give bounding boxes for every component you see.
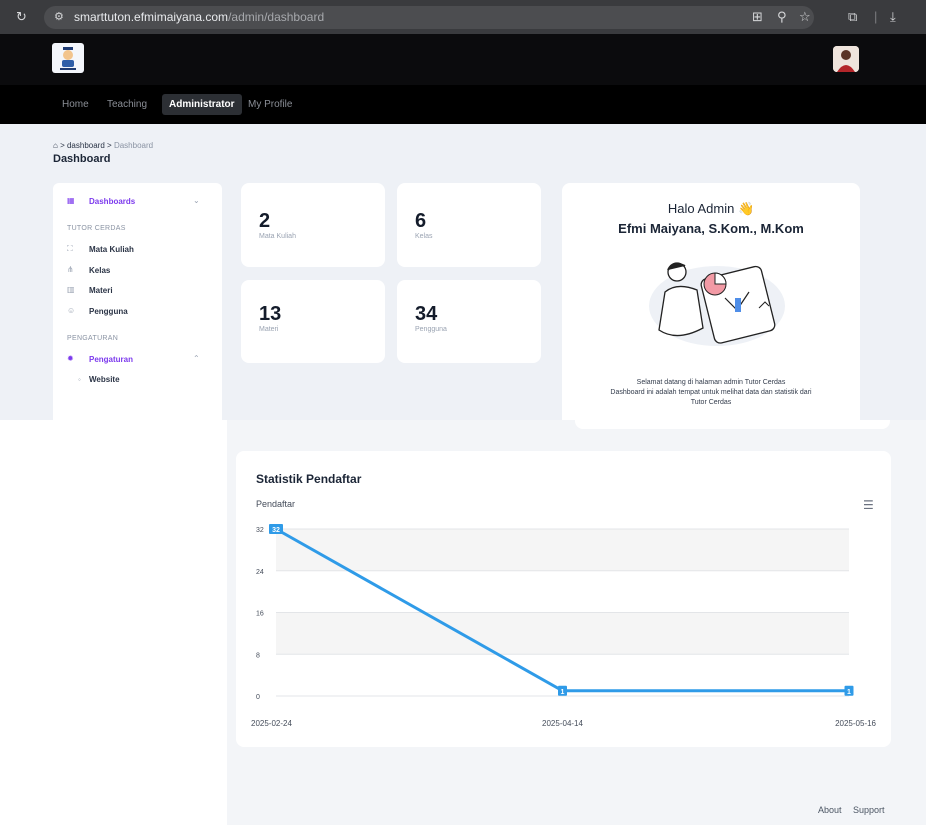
settings-icon: ✹ bbox=[67, 354, 74, 363]
chevron-down-icon[interactable]: ⌄ bbox=[193, 196, 200, 205]
class-icon: ⋔ bbox=[67, 265, 74, 274]
footer-about-link[interactable]: About bbox=[818, 805, 842, 815]
sidebar-item-pengaturan[interactable]: Pengaturan bbox=[89, 355, 133, 364]
sidebar-item-pengguna[interactable]: Pengguna bbox=[89, 307, 128, 316]
sidebar-item-kelas[interactable]: Kelas bbox=[89, 266, 110, 275]
translate-icon[interactable]: ⊞ bbox=[752, 9, 763, 25]
site-settings-icon[interactable]: ⚙ bbox=[54, 9, 64, 25]
wave-icon: 👋 bbox=[737, 201, 755, 216]
welcome-greeting: Halo Admin 👋 bbox=[667, 201, 755, 216]
sidebar-item-mata-kuliah[interactable]: Mata Kuliah bbox=[89, 245, 134, 254]
welcome-text-line1: Selamat datang di halaman admin Tutor Ce… bbox=[636, 379, 786, 386]
welcome-text-line2: Dashboard ini adalah tempat untuk meliha… bbox=[610, 389, 812, 396]
course-icon: ⛶ bbox=[67, 244, 73, 253]
breadcrumb-sep: > bbox=[60, 141, 65, 150]
breadcrumb-sep: > bbox=[107, 141, 112, 150]
stat-value: 34 bbox=[415, 303, 438, 325]
admin-name: Efmi Maiyana, S.Kom., M.Kom bbox=[618, 221, 804, 236]
page-title: Dashboard bbox=[53, 153, 111, 165]
sidebar-section-tutor-cerdas: TUTOR CERDAS bbox=[67, 225, 126, 232]
stat-label: Mata Kuliah bbox=[259, 233, 296, 240]
home-icon[interactable]: ⌂ bbox=[53, 141, 58, 150]
x-tick-label: 2025-02-24 bbox=[251, 719, 292, 728]
welcome-text-line3: Tutor Cerdas bbox=[690, 399, 732, 406]
page-root: ↻ ⚙ smarttuton.efmimaiyana.com/admin/das… bbox=[0, 0, 926, 825]
stat-card-kelas[interactable]: 6 Kelas bbox=[397, 183, 541, 267]
nav-administrator[interactable]: Administrator bbox=[162, 94, 242, 115]
download-icon[interactable]: ⤓ bbox=[890, 9, 896, 25]
sidebar: ▦ Dashboards ⌄ TUTOR CERDAS ⛶ Mata Kulia… bbox=[53, 183, 222, 420]
stat-label: Materi bbox=[259, 326, 279, 333]
stat-card-pengguna[interactable]: 34 Pengguna bbox=[397, 280, 541, 363]
sidebar-item-website[interactable]: Website bbox=[89, 375, 120, 384]
main-nav: Home Teaching Administrator My Profile bbox=[0, 85, 926, 124]
x-tick-label: 2025-04-14 bbox=[542, 719, 583, 728]
stat-card-materi[interactable]: 13 Materi bbox=[241, 280, 385, 363]
data-label: 32 bbox=[272, 527, 280, 534]
stat-label: Kelas bbox=[415, 233, 433, 240]
material-icon: ▥ bbox=[67, 285, 75, 294]
toolbar-divider: | bbox=[874, 9, 878, 24]
footer-support-link[interactable]: Support bbox=[853, 805, 885, 815]
sidebar-section-pengaturan: PENGATURAN bbox=[67, 335, 119, 342]
stat-value: 6 bbox=[415, 210, 427, 232]
zoom-icon[interactable]: ⚲ bbox=[777, 9, 787, 25]
chevron-up-icon[interactable]: ⌃ bbox=[193, 354, 200, 363]
grid-band bbox=[276, 612, 849, 655]
data-label: 1 bbox=[561, 689, 565, 696]
stat-value: 2 bbox=[259, 210, 271, 232]
y-tick-label: 32 bbox=[256, 527, 264, 534]
nav-home[interactable]: Home bbox=[55, 94, 96, 115]
app-header bbox=[0, 34, 926, 85]
y-tick-label: 24 bbox=[256, 569, 264, 576]
data-label: 1 bbox=[847, 689, 851, 696]
stat-value: 13 bbox=[259, 303, 282, 325]
welcome-card: Halo Admin 👋 Efmi Maiyana, S.Kom., M.Kom… bbox=[562, 183, 860, 420]
site-logo[interactable] bbox=[52, 43, 84, 73]
url-text: smarttuton.efmimaiyana.com/admin/dashboa… bbox=[74, 10, 325, 24]
y-tick-label: 8 bbox=[256, 652, 260, 659]
statistics-card: Statistik Pendaftar Pendaftar ☰ 0 8 16 24 32… bbox=[236, 451, 891, 747]
breadcrumb-current: Dashboard bbox=[113, 141, 154, 150]
nav-my-profile[interactable]: My Profile bbox=[241, 94, 299, 115]
extensions-icon[interactable]: ⧉ bbox=[848, 9, 857, 25]
breadcrumb: ⌂ > dashboard > Dashboard bbox=[53, 141, 153, 150]
grid-band bbox=[276, 529, 849, 571]
users-icon: ☺ bbox=[67, 306, 76, 315]
nav-teaching[interactable]: Teaching bbox=[100, 94, 154, 115]
reload-icon[interactable]: ↻ bbox=[16, 9, 27, 25]
y-tick-label: 16 bbox=[256, 611, 264, 618]
stat-card-mata-kuliah[interactable]: 2 Mata Kuliah bbox=[241, 183, 385, 267]
line-chart: 0 8 16 24 32 2025-02-24 2025-04-14 2025-05-16 32… bbox=[251, 524, 877, 728]
bullet-icon: ◦ bbox=[78, 375, 81, 384]
dashboards-icon: ▦ bbox=[67, 196, 75, 205]
welcome-illustration bbox=[649, 262, 785, 346]
stat-label: Pengguna bbox=[415, 326, 447, 333]
sidebar-item-materi[interactable]: Materi bbox=[89, 286, 113, 295]
breadcrumb-dashboard[interactable]: dashboard bbox=[67, 141, 105, 150]
sidebar-item-dashboards[interactable]: Dashboards bbox=[89, 197, 135, 206]
browser-toolbar: ↻ ⚙ smarttuton.efmimaiyana.com/admin/das… bbox=[0, 0, 926, 34]
y-tick-label: 0 bbox=[256, 694, 260, 701]
welcome-card-bottom bbox=[575, 420, 890, 429]
x-tick-label: 2025-05-16 bbox=[835, 719, 876, 728]
bookmark-star-icon[interactable]: ☆ bbox=[799, 9, 811, 25]
address-bar[interactable]: ⚙ smarttuton.efmimaiyana.com/admin/dashb… bbox=[44, 6, 814, 29]
user-avatar[interactable] bbox=[833, 46, 859, 72]
